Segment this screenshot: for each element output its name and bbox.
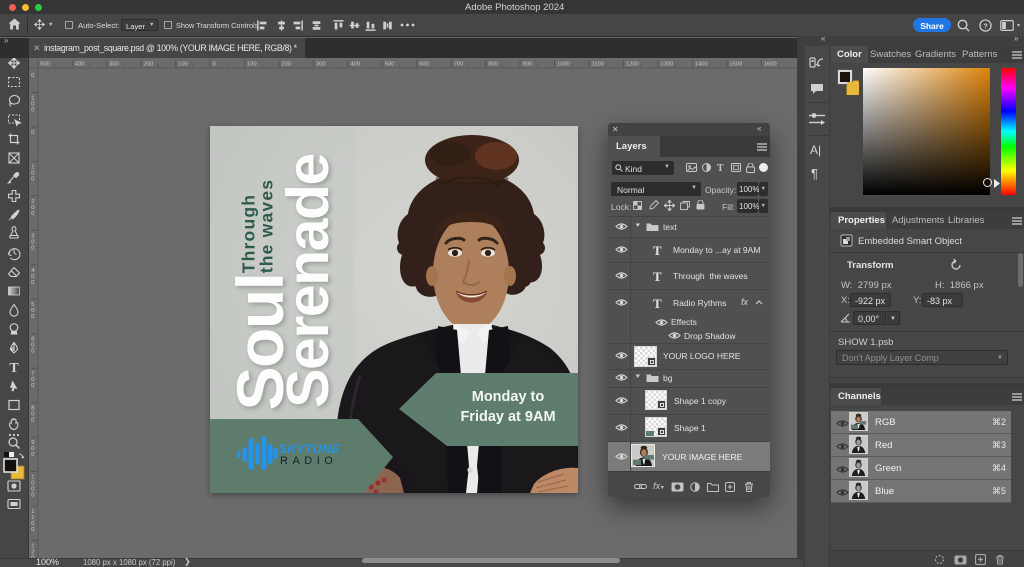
svg-text:0: 0 [31, 108, 34, 114]
svg-text:0: 0 [31, 493, 34, 499]
svg-text:0: 0 [31, 280, 34, 286]
svg-text:100: 100 [178, 62, 188, 68]
svg-text:T: T [9, 361, 19, 376]
svg-text:200: 200 [144, 62, 154, 68]
svg-text:800: 800 [488, 62, 498, 68]
svg-text:1200: 1200 [626, 62, 639, 68]
svg-text:900: 900 [523, 62, 533, 68]
svg-text:0: 0 [31, 245, 34, 251]
svg-text:1300: 1300 [660, 62, 673, 68]
svg-text:600: 600 [419, 62, 429, 68]
svg-text:0: 0 [31, 452, 34, 458]
svg-text:1400: 1400 [695, 62, 708, 68]
svg-text:?: ? [983, 21, 988, 30]
svg-text:400: 400 [75, 62, 85, 68]
svg-text:700: 700 [454, 62, 464, 68]
svg-text:300: 300 [316, 62, 326, 68]
svg-text:0: 0 [31, 527, 34, 533]
svg-text:0: 0 [31, 130, 34, 136]
svg-text:0: 0 [31, 418, 34, 424]
svg-text:0: 0 [31, 176, 34, 182]
svg-text:300: 300 [109, 62, 119, 68]
svg-text:0: 0 [31, 73, 34, 79]
svg-text:0: 0 [31, 211, 34, 217]
svg-text:500: 500 [385, 62, 395, 68]
svg-text:200: 200 [281, 62, 291, 68]
svg-text:0: 0 [31, 349, 34, 355]
svg-text:100: 100 [247, 62, 257, 68]
svg-text:1100: 1100 [592, 62, 604, 68]
svg-text:400: 400 [350, 62, 360, 68]
svg-text:0: 0 [31, 314, 34, 320]
svg-text:0: 0 [31, 383, 34, 389]
svg-text:500: 500 [40, 62, 50, 68]
svg-text:1000: 1000 [557, 62, 570, 68]
svg-text:1600: 1600 [764, 62, 777, 68]
svg-text:0: 0 [213, 62, 216, 68]
svg-text:1500: 1500 [729, 62, 742, 68]
